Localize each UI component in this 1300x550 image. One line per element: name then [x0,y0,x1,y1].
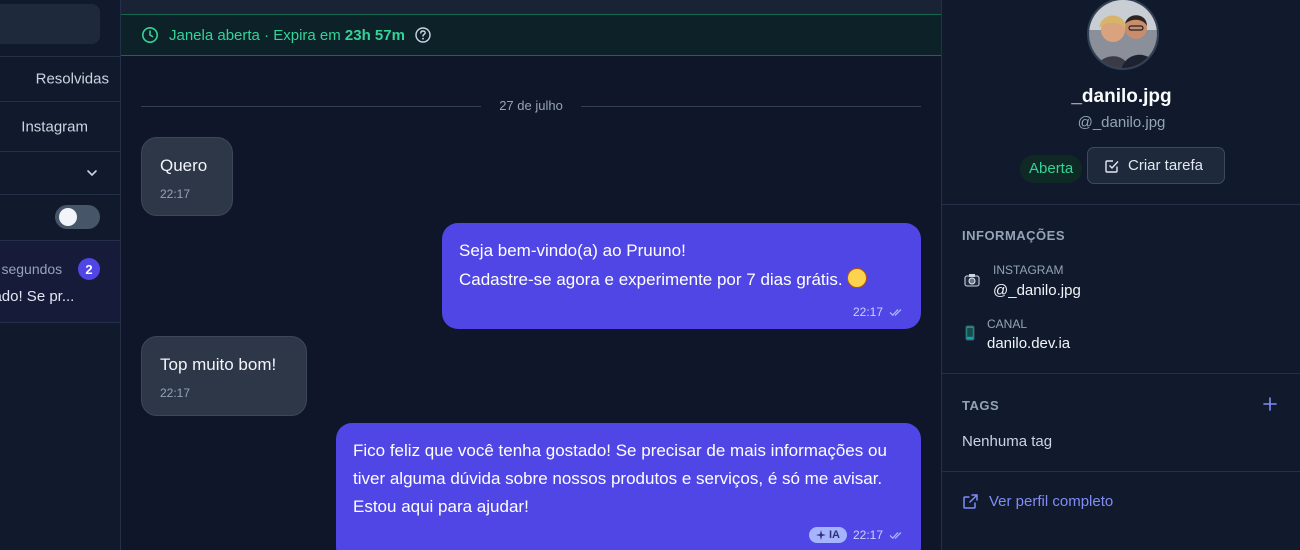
message-outgoing: Seja bem-vindo(a) ao Pruuno! Cadastre-se… [442,223,921,329]
message-line: Seja bem-vindo(a) ao Pruuno! [459,241,686,260]
channel-label: CANAL [987,317,1028,331]
date-separator-label: 27 de julho [499,98,563,113]
conversation-item[interactable]: há segundos 2 Fico feliz que você tenha … [0,241,120,323]
toggle-knob [59,208,77,226]
status-badge: Aberta [1020,155,1083,183]
external-link-icon [963,494,978,509]
divider [942,204,1300,205]
channel-value: danilo.dev.ia [987,335,1071,352]
plus-icon[interactable] [1262,396,1278,412]
contact-name: _danilo.jpg [1071,86,1172,107]
filter-resolved[interactable]: Resolvidas [0,56,120,102]
tags-section-title: TAGS [962,398,1000,413]
filter-channel[interactable]: Instagram [0,102,120,152]
window-status-text: Janela aberta · Expira em 23h 57m [169,27,405,44]
filter-resolved-label: Resolvidas [35,70,109,88]
double-check-icon [889,532,902,540]
info-section-title: INFORMAÇÕES [962,228,1065,243]
create-task-button[interactable]: Criar tarefa [1087,147,1225,184]
contact-handle: @_danilo.jpg [1077,114,1166,131]
conversation-list-panel: Resolvidas Instagram há segundos 2 Fico … [0,0,121,550]
double-check-icon [889,309,902,317]
conversation-preview: Fico feliz que você tenha gostado! Se pr… [0,288,75,305]
message-incoming: Top muito bom! 22:17 [141,336,307,416]
instagram-label: INSTAGRAM [993,263,1064,277]
toggle-switch[interactable] [55,205,100,229]
contact-details-panel: _danilo.jpg @_danilo.jpg Aberta Criar ta… [941,0,1300,550]
divider [942,373,1300,374]
instagram-value: @_danilo.jpg [993,282,1081,299]
clock-icon [142,27,158,43]
help-icon[interactable] [414,26,432,44]
message-time: 22:17 [852,528,883,542]
ai-badge-label: IA [828,529,840,541]
camera-icon [964,274,980,287]
avatar-photo [1089,0,1157,68]
message-meta: 22:17 [853,305,905,319]
window-status-prefix: Janela aberta · Expira em [169,27,345,44]
window-remaining-time: 23h 57m [344,27,405,44]
filter-toggle-row [0,195,120,241]
unread-badge: 2 [78,258,100,280]
filter-dropdown[interactable] [0,152,120,195]
window-status-banner: Janela aberta · Expira em 23h 57m [121,14,941,56]
message-text: Fico feliz que você tenha gostado! Se pr… [353,441,887,516]
filter-channel-label: Instagram [21,118,88,135]
avatar [1087,0,1159,70]
chat-header [121,0,941,14]
message-meta: IA 22:17 [808,527,905,543]
chevron-down-icon [87,170,97,177]
search-input[interactable] [0,4,100,44]
divider [942,471,1300,472]
message-time: 22:17 [160,187,191,201]
message-line: Cadastre-se agora e experimente por 7 di… [459,270,843,289]
no-tags-text: Nenhuma tag [962,433,1053,450]
message-text: Quero [160,156,208,175]
message-time: 22:17 [852,305,883,319]
message-time: 22:17 [160,386,191,400]
ai-badge: IA [808,527,847,543]
conversation-time: há segundos [0,261,63,277]
checkbox-edit-icon [1105,159,1119,173]
view-profile-label: Ver perfil completo [989,493,1114,510]
message-incoming: Quero 22:17 [141,137,233,216]
smile-emoji-icon [846,268,867,288]
message-outgoing: Fico feliz que você tenha gostado! Se pr… [336,423,921,550]
date-separator: 27 de julho [141,96,921,116]
view-profile-link[interactable]: Ver perfil completo [962,493,1113,510]
chat-panel: Janela aberta · Expira em 23h 57m 27 de … [121,0,941,550]
create-task-label: Criar tarefa [1128,157,1204,174]
phone-icon [965,325,975,341]
message-text: Top muito bom! [160,355,277,374]
message-text: Seja bem-vindo(a) ao Pruuno! Cadastre-se… [459,237,867,294]
sparkle-icon [815,530,826,540]
